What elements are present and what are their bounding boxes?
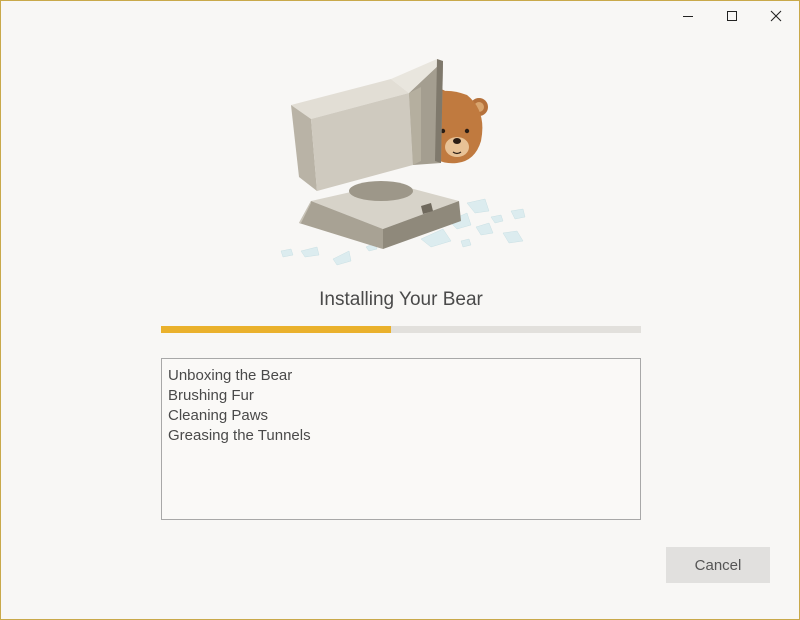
install-log[interactable]: Unboxing the Bear Brushing Fur Cleaning … (161, 358, 641, 520)
install-title: Installing Your Bear (319, 289, 483, 310)
progress-bar (161, 326, 641, 333)
installer-window: Installing Your Bear Unboxing the Bear B… (0, 0, 800, 620)
log-line: Cleaning Paws (168, 407, 269, 424)
minimize-icon (683, 16, 693, 17)
minimize-button[interactable] (665, 1, 711, 31)
log-line: Greasing the Tunnels (168, 427, 311, 444)
progress-bar-fill (161, 326, 392, 333)
computer-monitor (291, 59, 443, 191)
maximize-button[interactable] (709, 1, 755, 31)
log-line: Brushing Fur (168, 387, 254, 404)
maximize-icon (727, 11, 737, 21)
bear-computer-illustration (280, 59, 526, 266)
cancel-button[interactable]: Cancel (666, 547, 770, 583)
close-icon (770, 10, 782, 22)
close-button[interactable] (753, 1, 799, 31)
log-line: Unboxing the Bear (168, 367, 293, 384)
